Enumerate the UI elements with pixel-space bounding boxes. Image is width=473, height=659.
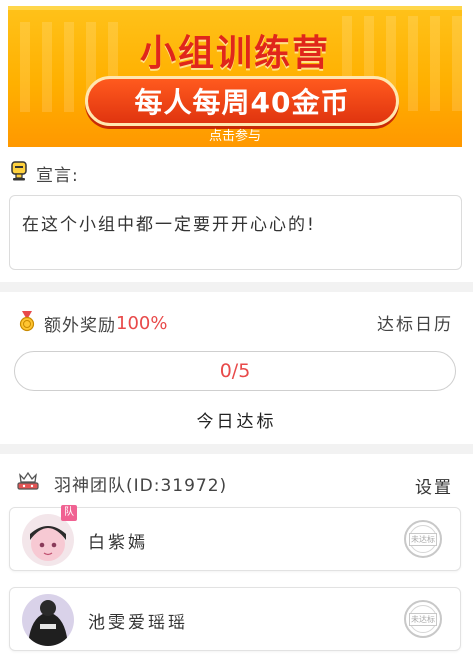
member-name: 白紫嫣 <box>88 533 148 553</box>
captain-badge: 队 <box>61 505 77 521</box>
team-header: 羽神团队(ID:31972) <box>16 470 227 496</box>
bonus-percent: 100% <box>116 312 168 334</box>
declaration-label: 宣言: <box>36 165 79 186</box>
member-avatar <box>22 514 74 566</box>
member-card[interactable]: 池雯爱瑶瑶 未达标 <box>9 587 461 651</box>
member-status: 未达标 <box>409 612 437 626</box>
declaration-text[interactable]: 在这个小组中都一定要开开心心的! <box>9 195 462 270</box>
member-avatar <box>22 594 74 646</box>
progress-value: 0/5 <box>219 360 251 382</box>
banner-subtitle: 每人每周40金币 <box>134 86 350 119</box>
banner-stripe <box>8 6 462 10</box>
section-divider <box>0 444 473 454</box>
medal-icon <box>18 310 36 336</box>
team-settings-link[interactable]: 设置 <box>415 473 453 498</box>
banner-reward-pill: 每人每周40金币 <box>85 76 399 126</box>
not-qualified-stamp-icon: 未达标 <box>404 600 442 638</box>
member-name: 池雯爱瑶瑶 <box>88 613 188 633</box>
calendar-link[interactable]: 达标日历 <box>377 310 453 335</box>
bonus-label: 额外奖励 <box>44 315 116 336</box>
training-camp-banner[interactable]: 小组训练营 每人每周40金币 点击参与 <box>8 6 462 147</box>
bonus-header: 额外奖励 100% <box>18 310 167 336</box>
team-name: 羽神团队(ID:31972) <box>54 475 228 496</box>
banner-cta[interactable]: 点击参与 <box>8 125 462 144</box>
member-card[interactable]: 队 白紫嫣 未达标 <box>9 505 461 571</box>
declaration-header: 宣言: <box>10 160 79 186</box>
banner-title: 小组训练营 <box>139 33 330 74</box>
today-goal-button[interactable]: 今日达标 <box>0 407 473 432</box>
weekly-progress-bar: 0/5 <box>14 351 456 391</box>
team-icon <box>16 470 40 496</box>
section-divider <box>0 282 473 292</box>
member-status: 未达标 <box>409 532 437 546</box>
not-qualified-stamp-icon: 未达标 <box>404 520 442 558</box>
megaphone-icon <box>10 160 28 186</box>
